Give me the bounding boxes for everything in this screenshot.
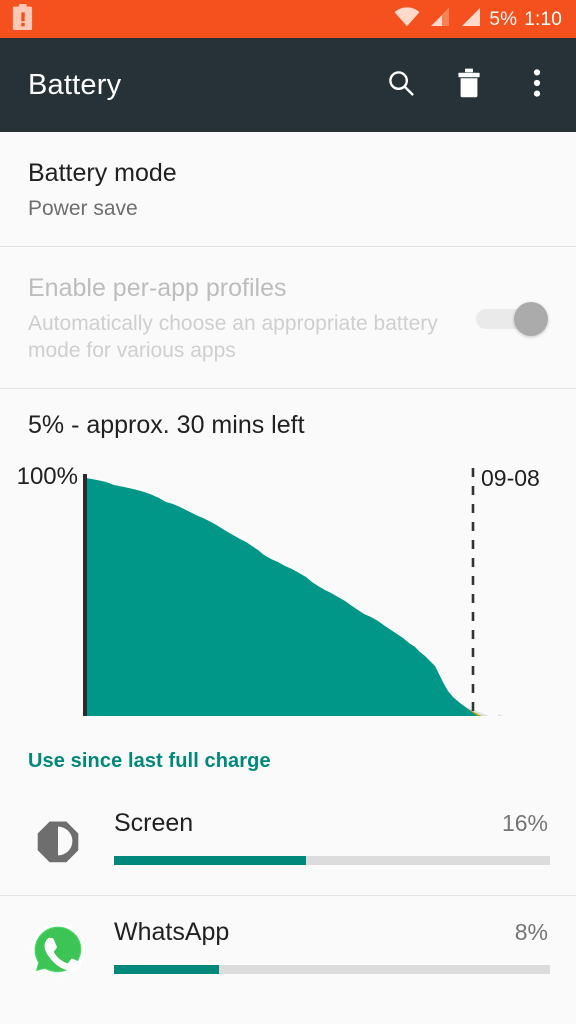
status-bar-left — [12, 3, 34, 35]
pref-per-app-profiles-subtitle: Automatically choose an appropriate batt… — [28, 312, 438, 362]
toggle-thumb — [514, 301, 548, 336]
more-options-icon — [533, 68, 541, 103]
brightness-icon — [26, 809, 90, 873]
chart-projection-wedge — [498, 713, 504, 716]
usage-app-name: Screen — [114, 808, 194, 837]
usage-bar-fill — [114, 855, 306, 865]
status-bar-right: 5% 1:10 — [394, 6, 562, 32]
pref-battery-mode-subtitle: Power save — [28, 197, 138, 220]
pref-per-app-profiles-title: Enable per-app profiles — [28, 274, 287, 303]
chart-battery-area — [86, 477, 478, 716]
pref-battery-mode-title: Battery mode — [28, 159, 177, 187]
usage-body-whatsapp: WhatsApp 8% — [90, 912, 550, 974]
search-icon — [386, 68, 416, 103]
search-button[interactable] — [384, 68, 418, 102]
per-app-profiles-toggle[interactable] — [476, 301, 548, 336]
battery-chart-svg: 09-08 100% 0% 4 PM 8 PM 1 AM — [17, 463, 540, 716]
usage-section-header: Use since last full charge — [28, 749, 271, 772]
pref-per-app-profiles-row: Enable per-app profiles Automatically ch… — [28, 273, 548, 364]
usage-bar-track — [114, 855, 550, 865]
battery-chart-section: 5% - approx. 30 mins left 09-08 100% — [0, 388, 576, 722]
usage-app-name: WhatsApp — [114, 917, 230, 946]
usage-app-percent: 16% — [501, 809, 548, 836]
delete-button[interactable] — [452, 68, 486, 102]
usage-top-screen: Screen 16% — [114, 809, 550, 838]
battery-history-chart: 09-08 100% 0% 4 PM 8 PM 1 AM — [0, 446, 576, 716]
page-title: Battery — [28, 68, 122, 101]
chart-ytick-top: 100% — [17, 463, 78, 490]
delete-icon — [456, 68, 482, 103]
toolbar-actions — [384, 68, 554, 102]
whatsapp-icon — [26, 918, 90, 982]
pref-per-app-profiles-texts: Enable per-app profiles Automatically ch… — [28, 273, 462, 364]
overflow-menu-button[interactable] — [520, 68, 554, 102]
wifi-icon — [394, 6, 420, 32]
usage-bar-track — [114, 964, 550, 974]
pref-per-app-profiles: Enable per-app profiles Automatically ch… — [0, 247, 576, 388]
usage-app-percent: 8% — [514, 918, 548, 945]
usage-bar-fill — [114, 964, 219, 974]
usage-body-screen: Screen 16% — [90, 803, 550, 865]
status-bar: 5% 1:10 — [0, 0, 576, 38]
usage-row-whatsapp[interactable]: WhatsApp 8% — [0, 895, 576, 1004]
battery-status-text: 5% - approx. 30 mins left — [28, 410, 305, 439]
app-toolbar: Battery — [0, 38, 576, 132]
battery-settings-screen: 5% 1:10 Battery Battery mode Power save … — [0, 0, 576, 1024]
battery-alert-icon — [12, 3, 34, 35]
status-clock: 1:10 — [524, 8, 562, 30]
chart-day-label: 09-08 — [481, 465, 540, 491]
status-battery-percent: 5% — [489, 8, 518, 30]
usage-row-screen[interactable]: Screen 16% — [0, 786, 576, 895]
chart-ytick-bottom: 0% — [43, 713, 78, 716]
usage-top-whatsapp: WhatsApp 8% — [114, 918, 550, 947]
pref-battery-mode-texts: Battery mode Power save — [28, 158, 548, 222]
pref-battery-mode-row: Battery mode Power save — [28, 158, 548, 222]
cell-signal-icon — [427, 7, 451, 32]
cell-signal-icon — [458, 7, 482, 32]
pref-battery-mode[interactable]: Battery mode Power save — [0, 132, 576, 247]
